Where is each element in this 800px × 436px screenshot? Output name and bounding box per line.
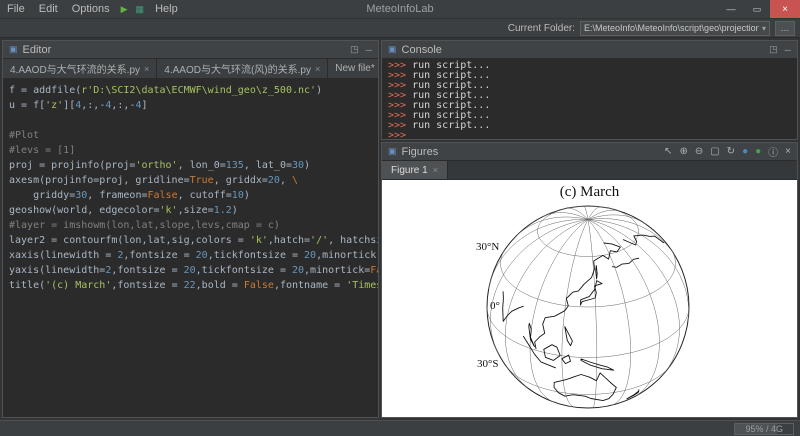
menu-file[interactable]: File <box>0 0 32 18</box>
code-line: layer2 = contourfm(lon,lat,sig,colors = … <box>9 233 372 248</box>
statusbar: 95% / 4G <box>0 420 800 436</box>
console-panel: ▣ Console ◳ ─ >>> run script...>>> run s… <box>381 40 798 140</box>
menu-help[interactable]: Help <box>148 0 185 18</box>
editor-tabs: 4.AAOD与大气环流的关系.py × 4.AAOD与大气环流(风)的关系.py × N… <box>3 59 378 79</box>
code-line: yaxis(linewidth=2,fontsize = 20,tickfont… <box>9 263 372 278</box>
chevron-down-icon[interactable]: ▾ <box>762 24 766 33</box>
panel-minimize-icon[interactable]: ─ <box>785 45 791 55</box>
tab-label: New file* <box>335 63 374 74</box>
menubar: File Edit Options ▶ ▦ Help MeteoInfoLab … <box>0 0 800 19</box>
console-line: >>> <box>388 131 791 139</box>
panel-minimize-icon[interactable]: ─ <box>366 45 372 55</box>
current-folder-value: E:\MeteoInfo\MeteoInfo\script\geo\projec… <box>584 23 759 33</box>
console-output[interactable]: >>> run script...>>> run script...>>> ru… <box>382 59 797 139</box>
tab-close-icon[interactable]: × <box>315 64 320 74</box>
editor-panel: ▣ Editor ◳ ─ 4.AAOD与大气环流的关系.py×4.AAOD与大气… <box>2 40 379 418</box>
figure-canvas[interactable]: (c) March 30°N 0° 30°S <box>382 180 797 417</box>
tab-close-icon[interactable]: × <box>433 165 438 175</box>
identify-icon[interactable]: ● <box>742 146 748 157</box>
figures-toolbar: ↖ ⊕ ⊖ ▢ ↻ ● ● ⓘ × <box>664 144 791 159</box>
figure-tab-label: Figure 1 <box>391 165 428 176</box>
code-line: #levs = [1] <box>9 143 372 158</box>
close-figure-icon[interactable]: × <box>785 146 791 157</box>
maximize-button[interactable]: ▭ <box>744 0 770 18</box>
globe-svg <box>382 180 797 417</box>
code-line: #layer = imshowm(lon,lat,slope,levs,cmap… <box>9 218 372 233</box>
editor-header[interactable]: ▣ Editor ◳ ─ <box>3 41 378 59</box>
run-icon[interactable]: ▶ <box>117 4 132 15</box>
editor-tab[interactable]: 4.AAOD与大气环流的关系.py × <box>3 59 157 78</box>
zoom-out-icon[interactable]: ⊖ <box>695 146 703 157</box>
code-line: axesm(projinfo=proj, gridline=True, grid… <box>9 173 372 188</box>
main-area: ▣ Editor ◳ ─ 4.AAOD与大气环流的关系.py×4.AAOD与大气… <box>0 38 800 420</box>
code-line: proj = projinfo(proj='ortho', lon_0=135,… <box>9 158 372 173</box>
select-icon[interactable]: ↖ <box>664 146 672 157</box>
figures-header[interactable]: ▣ Figures ↖ ⊕ ⊖ ▢ ↻ ● ● ⓘ × <box>382 143 797 161</box>
memory-indicator[interactable]: 95% / 4G <box>734 423 794 435</box>
tab-close-icon[interactable]: × <box>144 64 149 74</box>
current-folder-label: Current Folder: <box>508 23 575 34</box>
editor-title: Editor <box>23 44 52 56</box>
panel-float-icon[interactable]: ◳ <box>769 44 778 55</box>
apps-icon[interactable]: ▦ <box>132 4 149 15</box>
tab-label: 4.AAOD与大气环流的关系.py <box>10 61 140 76</box>
figure-title: (c) March <box>382 184 797 201</box>
console-line: >>> run script... <box>388 121 791 131</box>
code-line: f = addfile(r'D:\SCI2\data\ECMWF\wind_ge… <box>9 83 372 98</box>
zoom-in-icon[interactable]: ⊕ <box>679 146 687 157</box>
figure-tabs: Figure 1 × <box>382 161 797 180</box>
layers-icon[interactable]: ● <box>755 146 761 157</box>
editor-panel-icon: ▣ <box>9 44 18 55</box>
code-line <box>9 113 372 128</box>
lat-label-30s: 30°S <box>477 358 499 370</box>
console-panel-icon: ▣ <box>388 44 397 55</box>
code-line: geoshow(world, edgecolor='k',size=1.2) <box>9 203 372 218</box>
figures-title: Figures <box>402 146 439 158</box>
tab-label: 4.AAOD与大气环流(风)的关系.py <box>164 61 311 76</box>
app-window: File Edit Options ▶ ▦ Help MeteoInfoLab … <box>0 0 800 436</box>
code-line: u = f['z'][4,:,-4,:,-4] <box>9 98 372 113</box>
code-area[interactable]: f = addfile(r'D:\SCI2\data\ECMWF\wind_ge… <box>3 79 378 417</box>
close-button[interactable]: × <box>770 0 800 18</box>
editor-tab[interactable]: 4.AAOD与大气环流(风)的关系.py × <box>157 59 328 78</box>
minimize-button[interactable]: — <box>718 0 744 18</box>
code-line: #Plot <box>9 128 372 143</box>
rotate-icon[interactable]: ↻ <box>727 146 735 157</box>
browse-folder-button[interactable]: … <box>775 21 795 36</box>
figure-tab[interactable]: Figure 1 × <box>382 161 448 179</box>
window-controls: — ▭ × <box>718 0 800 18</box>
lat-label-0: 0° <box>490 300 500 312</box>
console-header[interactable]: ▣ Console ◳ ─ <box>382 41 797 59</box>
folder-toolbar: Current Folder: E:\MeteoInfo\MeteoInfo\s… <box>0 19 800 38</box>
full-extent-icon[interactable]: ▢ <box>710 146 719 157</box>
code-line: title('(c) March',fontsize = 22,bold = F… <box>9 278 372 293</box>
right-column: ▣ Console ◳ ─ >>> run script...>>> run s… <box>381 40 798 418</box>
figures-panel-icon: ▣ <box>388 146 397 157</box>
menu-edit[interactable]: Edit <box>32 0 65 18</box>
info-icon[interactable]: ⓘ <box>768 144 778 159</box>
console-title: Console <box>402 44 442 56</box>
editor-tab[interactable]: New file*× <box>328 59 378 78</box>
current-folder-input[interactable]: E:\MeteoInfo\MeteoInfo\script\geo\projec… <box>580 21 770 36</box>
panel-float-icon[interactable]: ◳ <box>350 44 359 55</box>
menu-options[interactable]: Options <box>65 0 117 18</box>
figures-panel: ▣ Figures ↖ ⊕ ⊖ ▢ ↻ ● ● ⓘ × Figure 1 × (c) March… <box>381 142 798 418</box>
lat-label-30n: 30°N <box>476 241 499 253</box>
code-line: xaxis(linewidth = 2,fontsize = 20,tickfo… <box>9 248 372 263</box>
code-line: griddy=30, frameon=False, cutoff=10) <box>9 188 372 203</box>
